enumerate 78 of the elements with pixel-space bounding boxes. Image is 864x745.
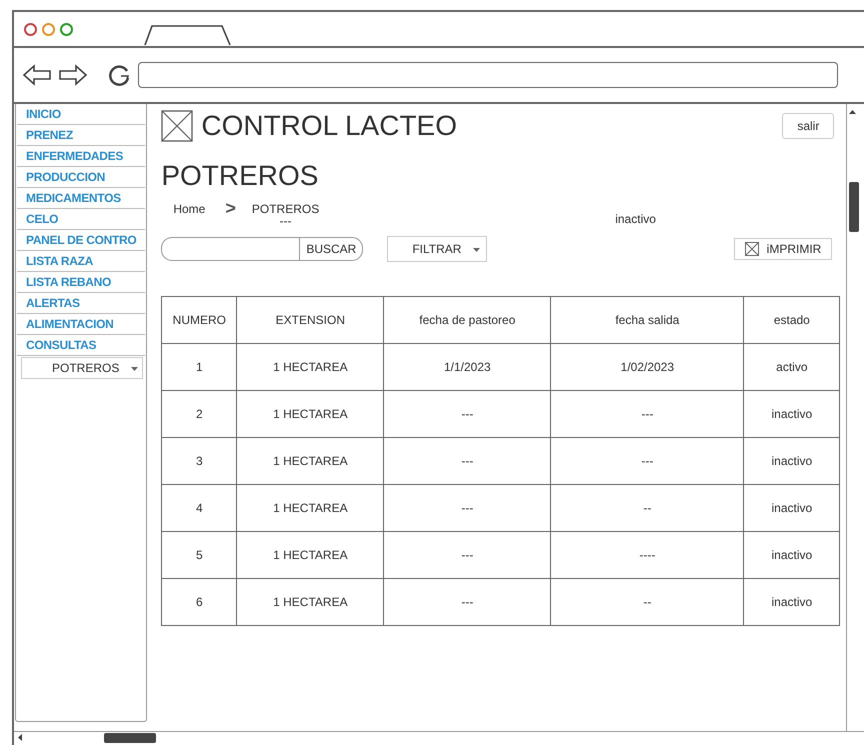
status-text: inactivo <box>615 212 656 226</box>
column-header: fecha salida <box>550 296 744 344</box>
table-cell: inactivo <box>744 390 840 438</box>
sidebar-link[interactable]: LISTA REBANO <box>17 272 146 293</box>
minimize-dot-icon[interactable] <box>42 22 55 36</box>
sidebar-link[interactable]: CONSULTAS <box>17 335 146 356</box>
reload-icon[interactable] <box>108 63 132 87</box>
table-cell: --- <box>384 578 551 626</box>
table-cell: 1 HECTAREA <box>236 438 384 484</box>
table-cell: 1 HECTAREA <box>236 578 384 626</box>
table-cell: 1 <box>162 344 237 390</box>
address-field[interactable] <box>138 62 838 88</box>
table-cell: --- <box>550 390 744 438</box>
print-button[interactable]: iMPRIMIR <box>734 238 832 260</box>
back-arrow-icon[interactable] <box>22 64 52 86</box>
breadcrumb-current: POTREROS <box>252 202 320 216</box>
sidebar-link[interactable]: MEDICAMENTOS <box>17 188 146 209</box>
column-header: fecha de pastoreo <box>384 296 551 344</box>
sidebar-link[interactable]: PRENEZ <box>17 125 146 146</box>
app-title: CONTROL LACTEO <box>201 110 458 142</box>
table-cell: activo <box>744 344 840 390</box>
table-cell: --- <box>384 532 551 578</box>
table-cell: -- <box>550 578 744 626</box>
breadcrumb-separator: > <box>225 198 236 219</box>
column-header: estado <box>744 296 840 344</box>
horizontal-scrollbar[interactable] <box>14 731 864 744</box>
sidebar-link[interactable]: INICIO <box>17 104 146 125</box>
table-cell: inactivo <box>744 484 840 532</box>
close-dot-icon[interactable] <box>24 22 37 36</box>
table-cell: 1 HECTAREA <box>236 532 384 578</box>
table-cell: --- <box>384 438 551 484</box>
breadcrumb-link[interactable]: Home <box>173 202 206 216</box>
table-cell: 2 <box>162 390 237 438</box>
sidebar-link[interactable]: ALERTAS <box>17 293 146 314</box>
table-cell: 1 HECTAREA <box>236 484 384 532</box>
table-cell: 3 <box>162 438 237 484</box>
scroll-left-icon[interactable] <box>18 734 22 741</box>
search-field[interactable] <box>161 237 300 261</box>
table-cell: 1/02/2023 <box>550 344 744 390</box>
image-placeholder-icon <box>744 242 759 256</box>
table-cell: inactivo <box>744 532 840 578</box>
scroll-thumb[interactable] <box>849 182 860 232</box>
table-cell: 5 <box>162 532 237 578</box>
table-cell: inactivo <box>744 578 840 626</box>
table-cell: 1 HECTAREA <box>236 390 384 438</box>
sidebar-link[interactable]: LISTA RAZA <box>17 251 146 272</box>
vertical-scrollbar[interactable] <box>846 104 858 731</box>
sidebar-link[interactable]: ENFERMEDADES <box>17 146 146 167</box>
caret-icon <box>473 248 480 252</box>
table-cell: --- <box>384 390 551 438</box>
table-cell: ---- <box>550 532 744 578</box>
table-cell: -- <box>550 484 744 532</box>
table-cell: inactivo <box>744 438 840 484</box>
scroll-up-icon[interactable] <box>849 110 856 114</box>
column-header: EXTENSION <box>236 296 384 344</box>
table-cell: --- <box>384 484 551 532</box>
table-cell: --- <box>550 438 744 484</box>
caret-icon <box>131 366 138 371</box>
maximize-dot-icon[interactable] <box>60 22 73 36</box>
search-button[interactable]: BUSCAR <box>299 237 364 261</box>
sidebar-link[interactable]: PANEL DE CONTRO <box>17 230 146 251</box>
image-placeholder-icon <box>161 110 194 142</box>
logout-button[interactable]: salir <box>782 113 834 139</box>
table-cell: 1/1/2023 <box>384 344 551 390</box>
browser-tab[interactable] <box>144 24 232 46</box>
table-cell: 4 <box>162 484 237 532</box>
forward-arrow-icon[interactable] <box>58 64 88 86</box>
scroll-thumb[interactable] <box>104 733 156 743</box>
column-header: NUMERO <box>162 296 237 344</box>
table-cell: 1 HECTAREA <box>236 344 384 390</box>
sidebar-link[interactable]: PRODUCCION <box>17 167 146 188</box>
sidebar-link[interactable]: CELO <box>17 209 146 230</box>
potreros-dropdown[interactable]: POTREROS <box>21 357 144 379</box>
sidebar-link[interactable]: ALIMENTACION <box>17 314 146 335</box>
page-title: POTREROS <box>161 160 320 192</box>
filter-dropdown[interactable]: FILTRAR <box>387 236 488 262</box>
dash-text: --- <box>280 214 292 228</box>
table-cell: 6 <box>162 578 237 626</box>
